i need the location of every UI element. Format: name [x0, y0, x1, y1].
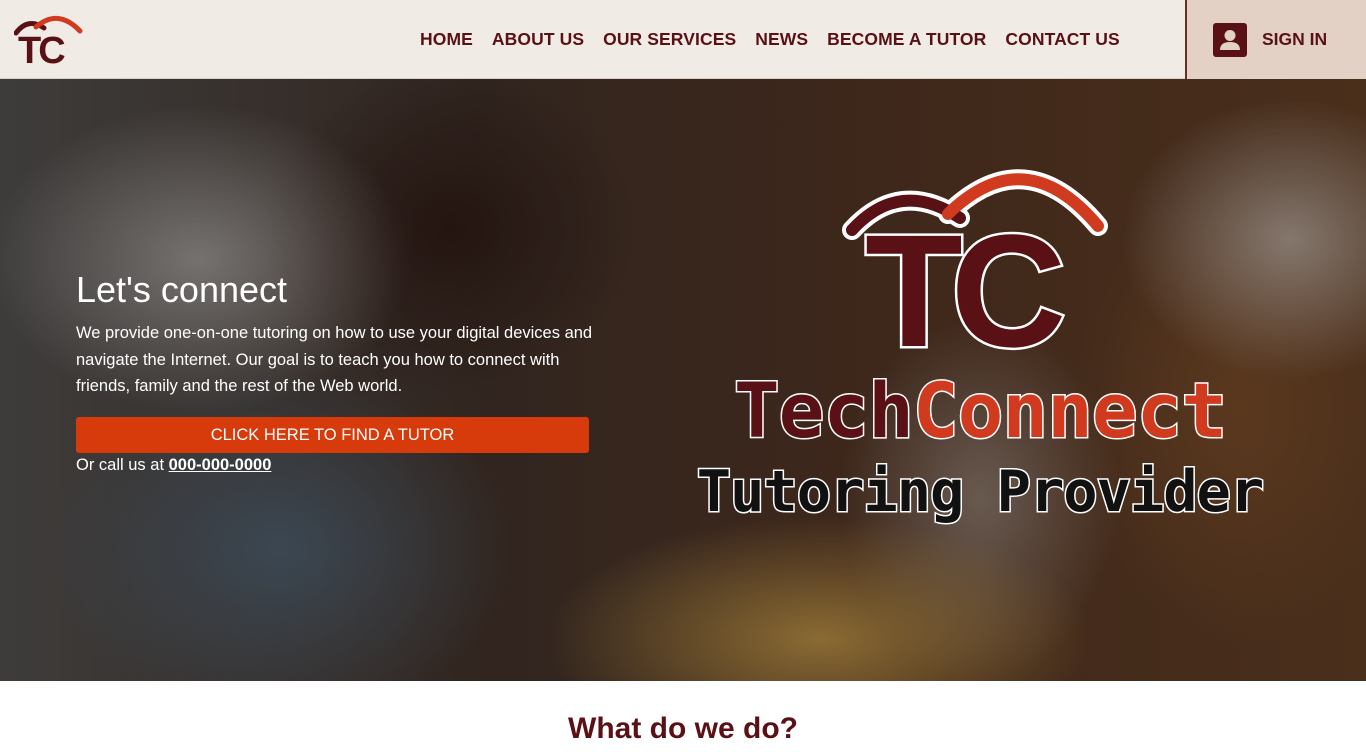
nav-about-us[interactable]: ABOUT US [492, 29, 584, 50]
main-nav: HOME ABOUT US OUR SERVICES NEWS BECOME A… [420, 0, 1139, 79]
brand-subtitle: Tutoring Provider [695, 458, 1265, 527]
svg-text:TC: TC [18, 30, 65, 68]
brand-logo: TC [842, 169, 1108, 359]
section-title: What do we do? [568, 712, 798, 745]
phone-link[interactable]: 000-000-0000 [169, 456, 272, 474]
nav-news[interactable]: NEWS [755, 29, 808, 50]
brand-name: TechConnect [695, 366, 1265, 455]
hero-description: We provide one-on-one tutoring on how to… [76, 324, 593, 395]
techconnect-logo[interactable]: TC [14, 12, 84, 68]
nav-become-a-tutor[interactable]: BECOME A TUTOR [827, 29, 986, 50]
nav-contact-us[interactable]: CONTACT US [1005, 29, 1119, 50]
sign-in-button[interactable]: SIGN IN [1185, 0, 1366, 79]
site-header: TC HOME ABOUT US OUR SERVICES NEWS BECOM… [0, 0, 1366, 79]
find-tutor-button[interactable]: CLICK HERE TO FIND A TUTOR [76, 417, 589, 453]
call-us-text: Or call us at 000-000-0000 [76, 456, 271, 475]
brand-name-tech: Tech [732, 366, 915, 455]
nav-home[interactable]: HOME [420, 29, 473, 50]
brand-name-connect: Connect [911, 366, 1228, 455]
hero-title: Let's connect [76, 269, 288, 310]
call-us-prefix: Or call us at [76, 456, 169, 474]
sign-in-label: SIGN IN [1262, 29, 1328, 49]
svg-text:TC: TC [865, 201, 1063, 359]
hero-banner: Let's connect We provide one-on-one tuto… [0, 79, 1366, 681]
nav-our-services[interactable]: OUR SERVICES [603, 29, 736, 50]
user-icon [1213, 22, 1247, 57]
